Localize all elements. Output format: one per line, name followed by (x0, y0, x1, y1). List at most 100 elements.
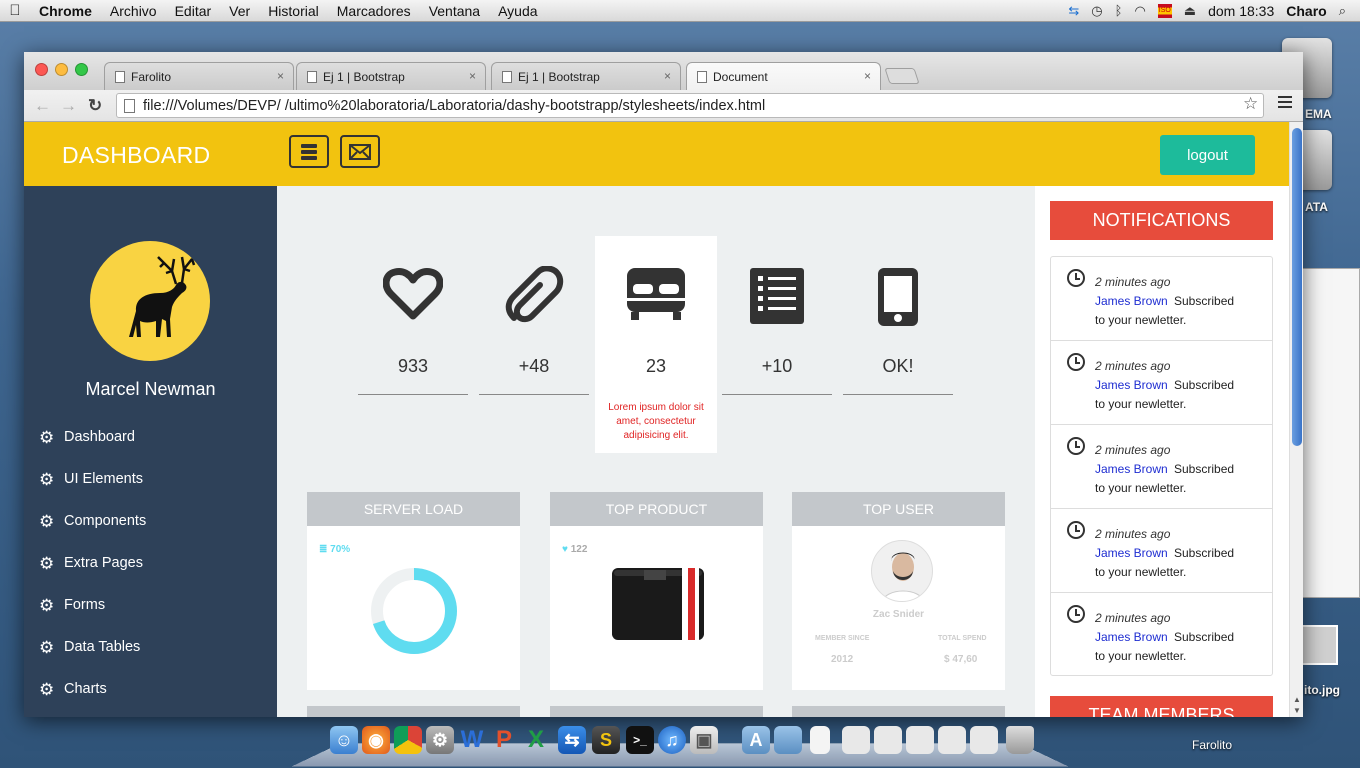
teamviewer-dock-icon[interactable]: ⇆ (558, 726, 586, 754)
page-scrollbar[interactable]: ▲ ▼ (1289, 122, 1303, 717)
word-icon[interactable]: W (458, 726, 486, 754)
firefox-icon[interactable]: ◉ (362, 726, 390, 754)
menu-editar[interactable]: Editar (166, 3, 221, 19)
stat-mobile[interactable]: OK! (837, 236, 959, 453)
menu-ventana[interactable]: Ventana (420, 3, 489, 19)
stat-list[interactable]: +10 (716, 236, 838, 453)
notification-time: 2 minutes ago (1095, 611, 1171, 625)
minimize-window-button[interactable] (55, 63, 68, 76)
tab-ej1-bootstrap-2[interactable]: Ej 1 | Bootstrap × (491, 62, 681, 90)
file-label[interactable]: ito.jpg (1304, 683, 1340, 697)
logout-button[interactable]: logout (1160, 135, 1255, 175)
close-tab-icon[interactable]: × (469, 69, 476, 83)
preview-icon[interactable]: ▣ (690, 726, 718, 754)
tab-ej1-bootstrap[interactable]: Ej 1 | Bootstrap × (296, 62, 486, 90)
notification-user-link[interactable]: James Brown (1095, 294, 1168, 308)
notification-time: 2 minutes ago (1095, 443, 1171, 457)
stat-hearts[interactable]: 933 (352, 236, 474, 453)
tab-document[interactable]: Document × (686, 62, 881, 90)
scroll-down-icon[interactable]: ▼ (1293, 706, 1301, 715)
notification-user-link[interactable]: James Brown (1095, 546, 1168, 560)
notification-user-link[interactable]: James Brown (1095, 378, 1168, 392)
mail-button[interactable] (340, 135, 380, 168)
background-window[interactable] (1300, 268, 1360, 598)
close-tab-icon[interactable]: × (664, 69, 671, 83)
menubar-user[interactable]: Charo (1286, 3, 1326, 19)
finder-icon[interactable]: ☺ (330, 726, 358, 754)
back-icon[interactable]: ← (34, 96, 51, 116)
minimized-window-icon[interactable] (874, 726, 902, 754)
input-language-flag-icon[interactable]: ISO (1157, 3, 1172, 18)
documents-folder-icon[interactable] (774, 726, 802, 754)
sidebar-item-forms[interactable]: ⚙ Forms (39, 593, 105, 617)
menu-marcadores[interactable]: Marcadores (328, 3, 420, 19)
zoom-window-button[interactable] (75, 63, 88, 76)
menu-historial[interactable]: Historial (259, 3, 328, 19)
document-stack-icon[interactable] (810, 726, 830, 754)
server-percent-label: ≣ 70% (319, 544, 350, 555)
minimized-window-icon[interactable] (970, 726, 998, 754)
new-tab-button[interactable] (884, 68, 920, 84)
excel-icon[interactable]: X (522, 726, 550, 754)
apple-icon[interactable]:  (0, 2, 30, 19)
drive-label[interactable]: ATA (1305, 200, 1328, 214)
image-file-icon[interactable] (1300, 625, 1338, 665)
menu-archivo[interactable]: Archivo (101, 3, 166, 19)
sidebar-item-dashboard[interactable]: ⚙ Dashboard (39, 425, 135, 449)
server-load-card[interactable]: SERVER LOAD ≣ 70% (307, 492, 520, 690)
minimized-window-icon[interactable] (938, 726, 966, 754)
brand-title[interactable]: DASHBOARD (62, 142, 210, 169)
stat-attachments[interactable]: +48 (473, 236, 595, 453)
minimized-window-icon[interactable] (906, 726, 934, 754)
sidebar-item-label: UI Elements (64, 471, 143, 487)
itunes-icon[interactable]: ♫ (658, 726, 686, 754)
menubar-clock[interactable]: dom 18:33 (1208, 3, 1274, 19)
chrome-icon[interactable] (394, 726, 422, 754)
notification-action-detail: to your newletter. (1095, 397, 1187, 411)
bluetooth-icon[interactable]: ᛒ (1115, 3, 1123, 18)
notification-item[interactable]: 2 minutes ago James Brown Subscribed to … (1051, 509, 1272, 593)
reload-icon[interactable]: ↻ (88, 96, 102, 116)
trash-icon[interactable] (1006, 726, 1034, 754)
terminal-icon[interactable]: >_ (626, 726, 654, 754)
sidebar-item-charts[interactable]: ⚙ Charts (39, 677, 107, 701)
menu-chrome[interactable]: Chrome (30, 3, 101, 19)
sidebar-item-components[interactable]: ⚙ Components (39, 509, 146, 533)
notification-item[interactable]: 2 minutes ago James Brown Subscribed to … (1051, 257, 1272, 341)
sublime-text-icon[interactable]: S (592, 726, 620, 754)
menu-ver[interactable]: Ver (220, 3, 259, 19)
close-tab-icon[interactable]: × (864, 69, 871, 83)
address-bar[interactable]: file:///Volumes/DEVP/ /ultimo%20laborato… (116, 93, 1264, 118)
wifi-icon[interactable]: ◠ (1134, 3, 1145, 19)
close-tab-icon[interactable]: × (277, 69, 284, 83)
sidebar-item-ui-elements[interactable]: ⚙ UI Elements (39, 467, 143, 491)
minimized-window-icon[interactable] (842, 726, 870, 754)
notification-item[interactable]: 2 minutes ago James Brown Subscribed to … (1051, 425, 1272, 509)
sidebar-item-data-tables[interactable]: ⚙ Data Tables (39, 635, 140, 659)
eject-icon[interactable]: ⏏ (1184, 3, 1196, 19)
scrollbar-thumb[interactable] (1292, 128, 1302, 446)
server-button[interactable] (289, 135, 329, 168)
tab-farolito[interactable]: Farolito × (104, 62, 294, 90)
spotlight-search-icon[interactable]: ⌕ (1339, 3, 1346, 19)
top-user-card[interactable]: TOP USER Zac Snider MEMBER SINCE TOTAL S… (792, 492, 1005, 690)
notification-user-link[interactable]: James Brown (1095, 630, 1168, 644)
sidebar-item-extra-pages[interactable]: ⚙ Extra Pages (39, 551, 143, 575)
teamviewer-icon[interactable]: ⇆ (1068, 3, 1079, 19)
notification-item[interactable]: 2 minutes ago James Brown Subscribed to … (1051, 341, 1272, 425)
chrome-menu-icon[interactable] (1278, 96, 1292, 111)
bookmark-star-icon[interactable]: ☆ (1243, 94, 1258, 114)
close-window-button[interactable] (35, 63, 48, 76)
applications-folder-icon[interactable]: A (742, 726, 770, 754)
scroll-up-icon[interactable]: ▲ (1293, 695, 1301, 704)
powerpoint-icon[interactable]: P (490, 726, 518, 754)
notification-item[interactable]: 2 minutes ago James Brown Subscribed to … (1051, 593, 1272, 677)
drive-label[interactable]: EMA (1305, 107, 1332, 121)
forward-icon[interactable]: → (60, 96, 77, 116)
time-machine-icon[interactable]: ◷ (1091, 3, 1102, 19)
stat-beds[interactable]: 23 Lorem ipsum dolor sit amet, consectet… (595, 236, 717, 453)
system-preferences-icon[interactable]: ⚙ (426, 726, 454, 754)
notification-user-link[interactable]: James Brown (1095, 462, 1168, 476)
menu-ayuda[interactable]: Ayuda (489, 3, 546, 19)
top-product-card[interactable]: TOP PRODUCT ♥ 122 (550, 492, 763, 690)
